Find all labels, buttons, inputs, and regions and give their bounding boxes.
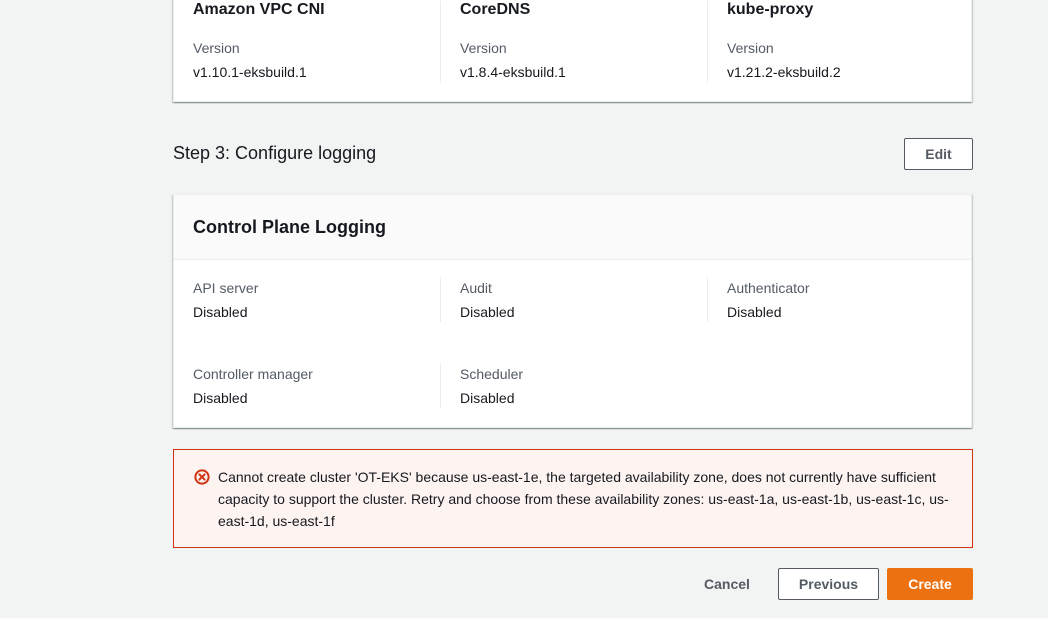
- step-title: Step 3: Configure logging: [173, 143, 377, 163]
- error-alert-message: Cannot create cluster 'OT-EKS' because u…: [218, 469, 949, 529]
- addons-card: Amazon VPC CNI Version v1.10.1-eksbuild.…: [173, 0, 972, 102]
- logging-card-title: Control Plane Logging: [193, 217, 386, 237]
- log-type-label: Controller manager: [193, 366, 313, 382]
- addon-version-label: Version: [727, 40, 774, 56]
- log-type-label: API server: [193, 280, 259, 296]
- logging-card: Control Plane Logging API server Disable…: [173, 194, 972, 428]
- error-alert: Cannot create cluster 'OT-EKS' because u…: [173, 449, 973, 548]
- addon-version-label: Version: [193, 40, 240, 56]
- column-divider: [440, 277, 441, 322]
- column-divider: [440, 1, 441, 83]
- error-circle-icon: [194, 469, 210, 485]
- log-type-label: Authenticator: [727, 280, 810, 296]
- log-type-status: Disabled: [460, 304, 515, 320]
- addon-name: kube-proxy: [727, 1, 814, 18]
- addon-version-value: v1.8.4-eksbuild.1: [460, 64, 566, 80]
- column-divider: [707, 1, 708, 83]
- edit-button[interactable]: Edit: [904, 138, 973, 170]
- previous-button[interactable]: Previous: [778, 568, 879, 600]
- log-type-label: Audit: [460, 280, 492, 296]
- column-divider: [707, 277, 708, 322]
- logging-card-header: Control Plane Logging: [174, 195, 971, 260]
- column-divider: [440, 363, 441, 408]
- cancel-button[interactable]: Cancel: [696, 568, 758, 600]
- addon-version-value: v1.21.2-eksbuild.2: [727, 64, 841, 80]
- log-type-label: Scheduler: [460, 366, 524, 382]
- log-type-status: Disabled: [193, 304, 248, 320]
- addon-version-label: Version: [460, 40, 507, 56]
- log-type-status: Disabled: [727, 304, 782, 320]
- addon-version-value: v1.10.1-eksbuild.1: [193, 64, 307, 80]
- log-type-status: Disabled: [460, 390, 515, 406]
- log-type-status: Disabled: [193, 390, 248, 406]
- addon-name: Amazon VPC CNI: [193, 1, 325, 18]
- addon-name: CoreDNS: [460, 1, 531, 18]
- create-button[interactable]: Create: [887, 568, 973, 600]
